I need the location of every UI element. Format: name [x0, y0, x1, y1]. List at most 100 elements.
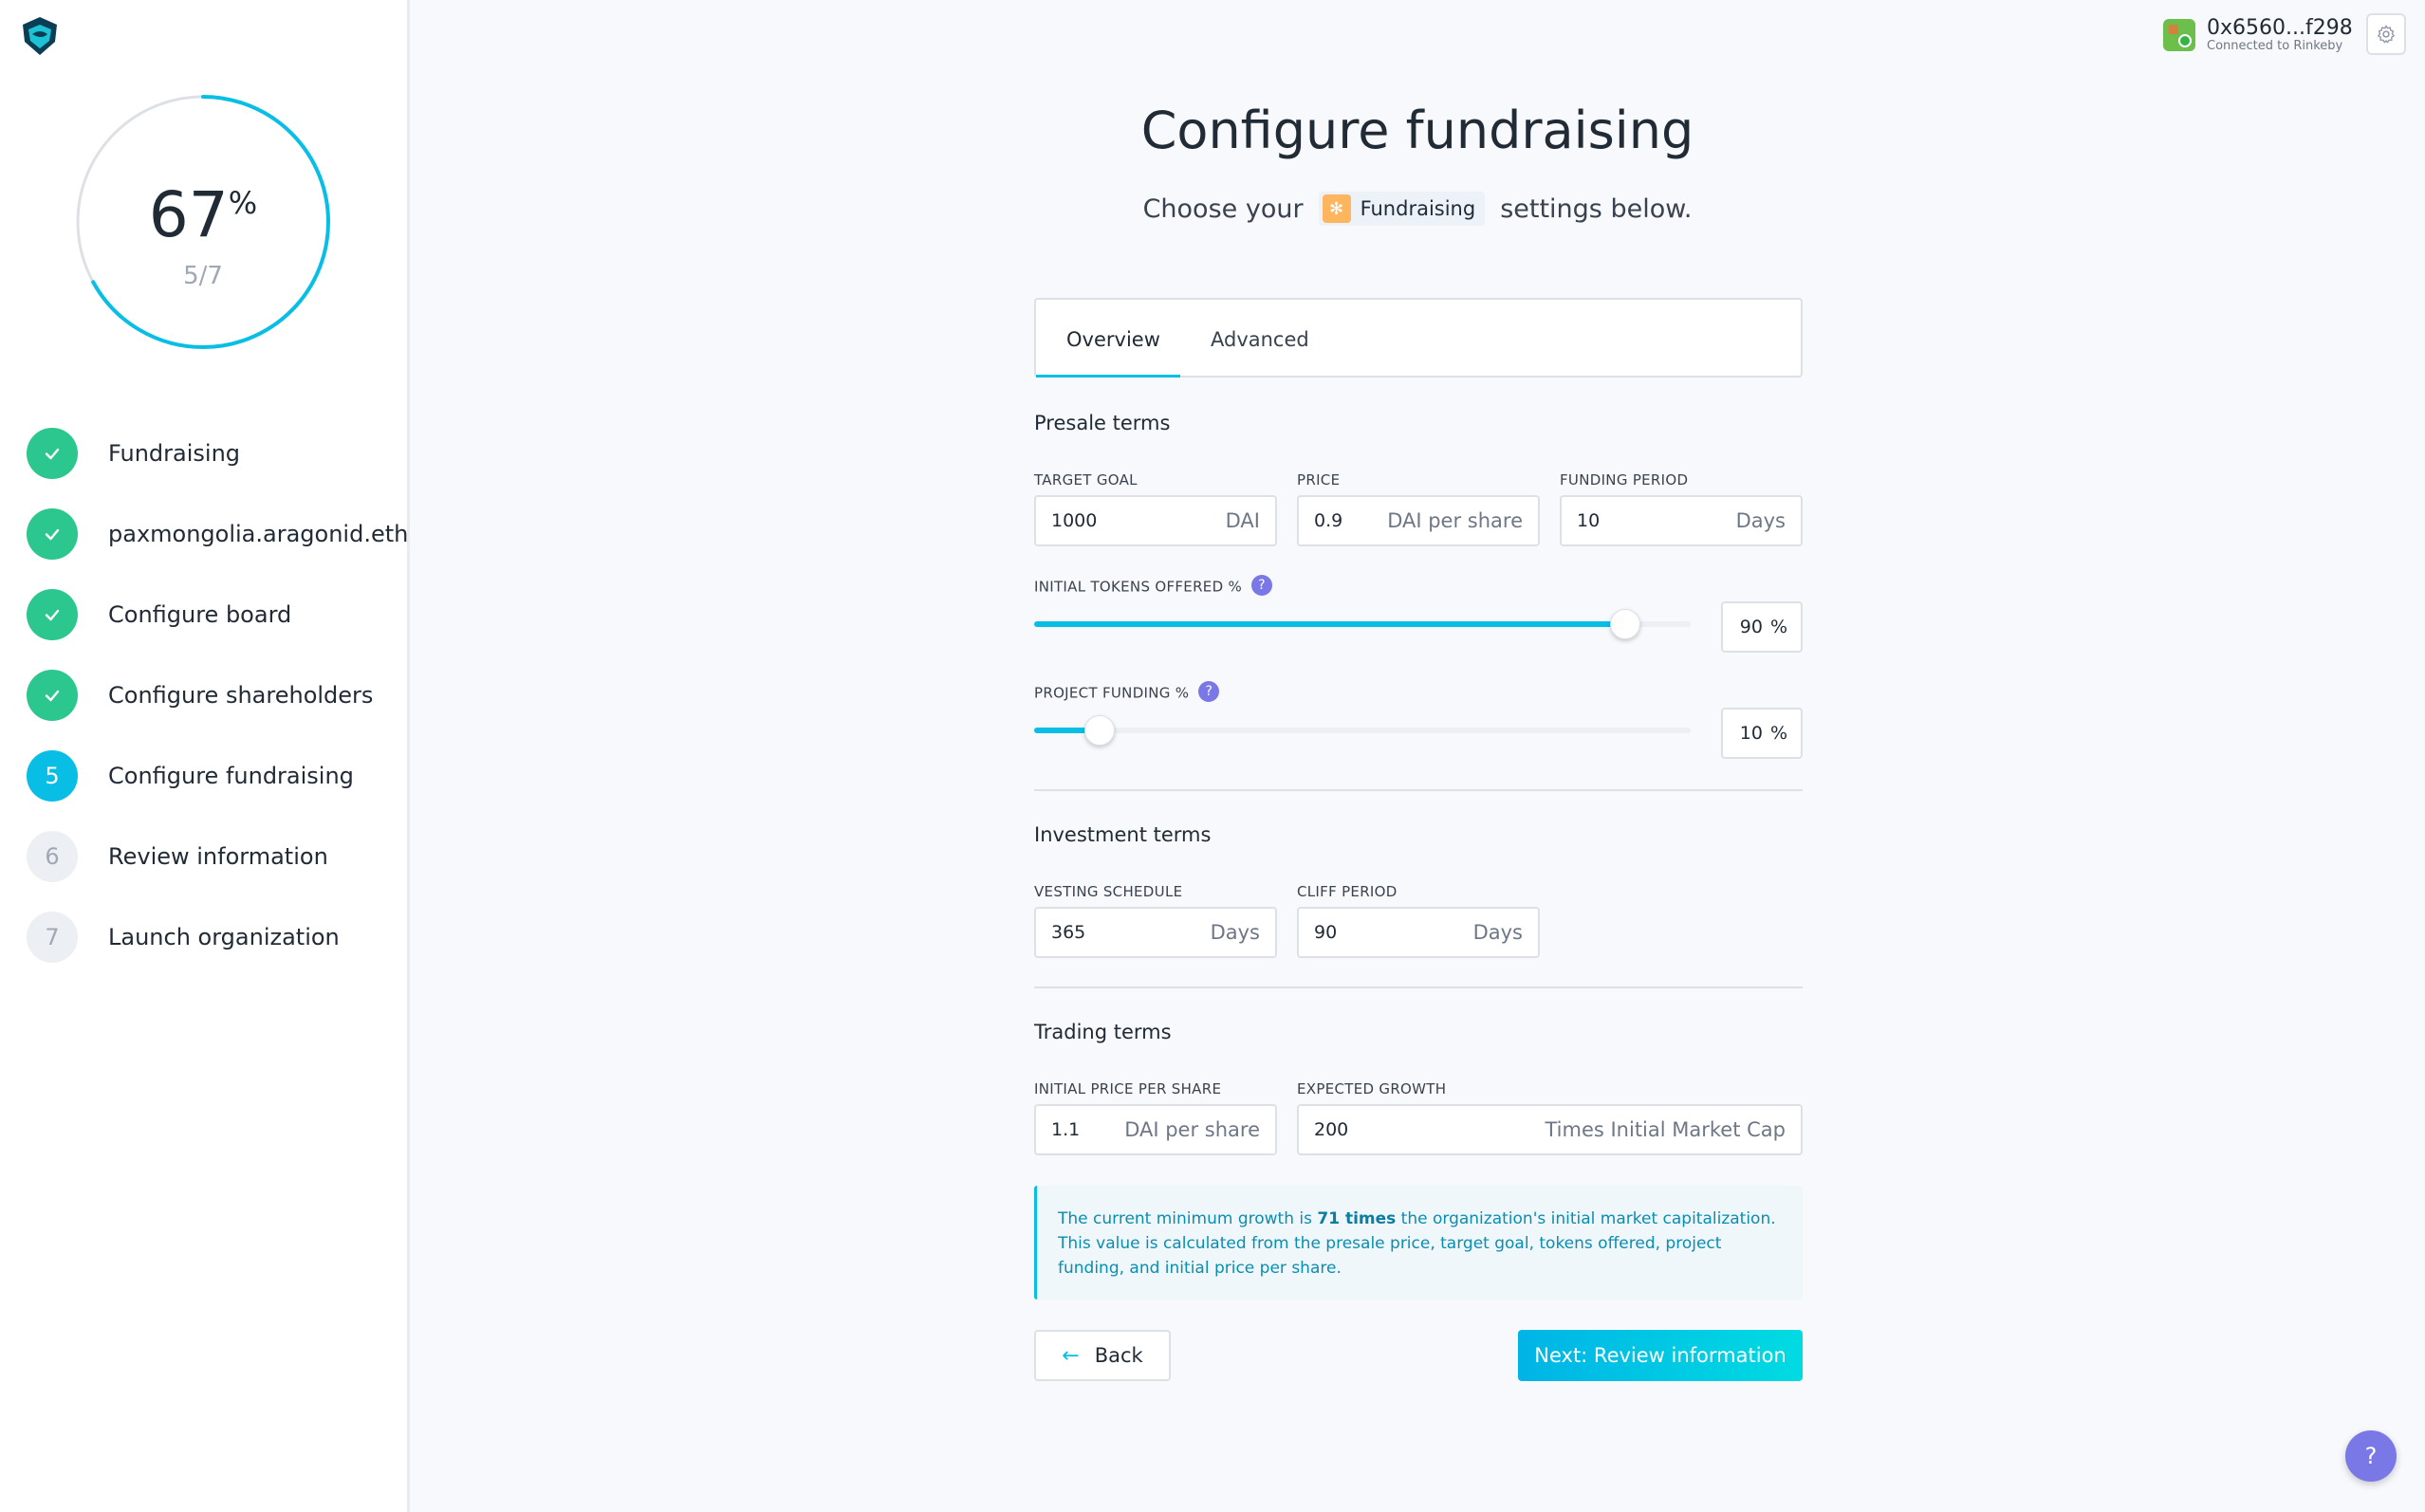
- funding-period-field[interactable]: 10 Days: [1560, 495, 1803, 546]
- sidebar-step[interactable]: Fundraising: [27, 427, 408, 480]
- subtitle-suffix: settings below.: [1500, 194, 1693, 224]
- step-number: 6: [27, 831, 78, 882]
- check-icon: [27, 508, 78, 560]
- target-goal-value: 1000: [1051, 510, 1098, 531]
- account-badge[interactable]: 0x6560...f298 Connected to Rinkeby: [2163, 17, 2353, 53]
- step-number: 5: [27, 750, 78, 802]
- template-badge: ✻ Fundraising: [1318, 192, 1486, 226]
- price-label: PRICE: [1297, 471, 1341, 489]
- sidebar-step[interactable]: paxmongolia.aragonid.eth: [27, 507, 408, 561]
- next-button[interactable]: Next: Review information: [1518, 1330, 1803, 1381]
- vesting-value: 365: [1051, 922, 1086, 943]
- price-unit: DAI per share: [1387, 509, 1523, 532]
- progress-step-count: 5/7: [183, 262, 223, 290]
- step-label: Configure board: [108, 601, 292, 628]
- project-funding-slider-handle[interactable]: [1084, 715, 1116, 746]
- project-funding-value: 10: [1739, 723, 1763, 744]
- step-label: paxmongolia.aragonid.eth: [108, 521, 409, 547]
- help-icon[interactable]: ?: [1198, 681, 1220, 702]
- account-address: 0x6560...f298: [2207, 16, 2353, 40]
- vesting-label: VESTING SCHEDULE: [1034, 883, 1183, 900]
- template-badge-label: Fundraising: [1360, 197, 1476, 220]
- trading-terms-title: Trading terms: [1034, 1021, 1172, 1043]
- tokens-offered-value: 90: [1739, 617, 1763, 637]
- funding-period-label: FUNDING PERIOD: [1560, 471, 1689, 489]
- section-divider: [1034, 789, 1803, 791]
- check-icon: [27, 428, 78, 479]
- page-title: Configure fundraising: [1140, 101, 1694, 160]
- growth-label: EXPECTED GROWTH: [1297, 1080, 1447, 1097]
- arrow-left-icon: ←: [1062, 1343, 1080, 1368]
- initial-price-unit: DAI per share: [1124, 1118, 1260, 1141]
- sidebar-step[interactable]: Configure board: [27, 588, 408, 641]
- growth-field[interactable]: 200 Times Initial Market Cap: [1297, 1104, 1803, 1155]
- info-text-before: The current minimum growth is: [1058, 1209, 1318, 1228]
- growth-value: 200: [1314, 1119, 1349, 1140]
- sidebar-step[interactable]: Configure shareholders: [27, 669, 408, 722]
- project-funding-slider[interactable]: [1034, 728, 1691, 733]
- aragon-logo-icon[interactable]: [17, 13, 63, 59]
- growth-unit: Times Initial Market Cap: [1545, 1118, 1786, 1141]
- investment-terms-title: Investment terms: [1034, 823, 1212, 846]
- section-divider: [1034, 986, 1803, 988]
- initial-price-value: 1.1: [1051, 1119, 1081, 1140]
- fundraising-icon: ✻: [1322, 194, 1351, 223]
- target-goal-unit: DAI: [1225, 509, 1260, 532]
- settings-button[interactable]: [2366, 13, 2406, 55]
- tab-overview[interactable]: Overview: [1066, 328, 1160, 351]
- avatar: [2163, 19, 2195, 52]
- page-subtitle: Choose your ✻ Fundraising settings below…: [410, 192, 2425, 226]
- step-label: Configure shareholders: [108, 682, 374, 709]
- cliff-unit: Days: [1472, 921, 1523, 944]
- vesting-field[interactable]: 365 Days: [1034, 907, 1277, 958]
- project-funding-input[interactable]: 10%: [1721, 708, 1803, 759]
- target-goal-label: TARGET GOAL: [1034, 471, 1138, 489]
- price-field[interactable]: 0.9 DAI per share: [1297, 495, 1540, 546]
- tab-bar: Overview Advanced: [1034, 298, 1803, 378]
- project-funding-label: PROJECT FUNDING %?: [1034, 681, 1220, 704]
- progress-ring: 67% 5/7: [74, 93, 332, 351]
- back-button[interactable]: ← Back: [1034, 1330, 1171, 1381]
- help-icon[interactable]: ?: [1251, 575, 1273, 596]
- active-tab-indicator: [1036, 375, 1180, 378]
- tokens-offered-label: INITIAL TOKENS OFFERED %?: [1034, 575, 1273, 598]
- initial-price-label: INITIAL PRICE PER SHARE: [1034, 1080, 1222, 1097]
- network-status: Connected to Rinkeby: [2207, 39, 2343, 54]
- sidebar-step[interactable]: 7 Launch organization: [27, 911, 408, 964]
- sidebar-step[interactable]: 6 Review information: [27, 830, 408, 883]
- funding-period-unit: Days: [1735, 509, 1786, 532]
- price-value: 0.9: [1314, 510, 1343, 531]
- tokens-offered-label-text: INITIAL TOKENS OFFERED %: [1034, 578, 1243, 596]
- check-icon: [27, 589, 78, 640]
- vesting-unit: Days: [1210, 921, 1260, 944]
- back-button-label: Back: [1094, 1344, 1143, 1367]
- steps-list: Fundraising paxmongolia.aragonid.eth Confi…: [27, 427, 408, 991]
- info-highlight: 71 times: [1317, 1209, 1397, 1228]
- sidebar: 67% 5/7 Fundraising paxmongolia.aragonid.…: [0, 0, 410, 1512]
- tokens-offered-unit: %: [1769, 617, 1787, 637]
- step-label: Review information: [108, 843, 328, 870]
- progress-percent: 67%: [148, 178, 258, 251]
- tokens-offered-input[interactable]: 90%: [1721, 601, 1803, 653]
- subtitle-prefix: Choose your: [1142, 194, 1304, 224]
- step-label: Fundraising: [108, 440, 241, 467]
- funding-period-value: 10: [1577, 510, 1601, 531]
- presale-terms-title: Presale terms: [1034, 412, 1171, 434]
- tokens-offered-slider-fill: [1034, 621, 1625, 627]
- initial-price-field[interactable]: 1.1 DAI per share: [1034, 1104, 1277, 1155]
- step-number: 7: [27, 912, 78, 963]
- cliff-value: 90: [1314, 922, 1338, 943]
- project-funding-unit: %: [1769, 723, 1787, 744]
- gear-icon: [2378, 25, 2395, 44]
- growth-info-message: The current minimum growth is 71 times t…: [1034, 1186, 1803, 1300]
- tab-advanced[interactable]: Advanced: [1211, 328, 1309, 351]
- help-button[interactable]: ?: [2345, 1430, 2397, 1482]
- cliff-field[interactable]: 90 Days: [1297, 907, 1540, 958]
- project-funding-label-text: PROJECT FUNDING %: [1034, 684, 1190, 702]
- target-goal-field[interactable]: 1000 DAI: [1034, 495, 1277, 546]
- cliff-label: CLIFF PERIOD: [1297, 883, 1398, 900]
- check-icon: [27, 670, 78, 721]
- step-label: Configure fundraising: [108, 763, 354, 789]
- tokens-offered-slider-handle[interactable]: [1609, 609, 1640, 639]
- sidebar-step[interactable]: 5 Configure fundraising: [27, 749, 408, 802]
